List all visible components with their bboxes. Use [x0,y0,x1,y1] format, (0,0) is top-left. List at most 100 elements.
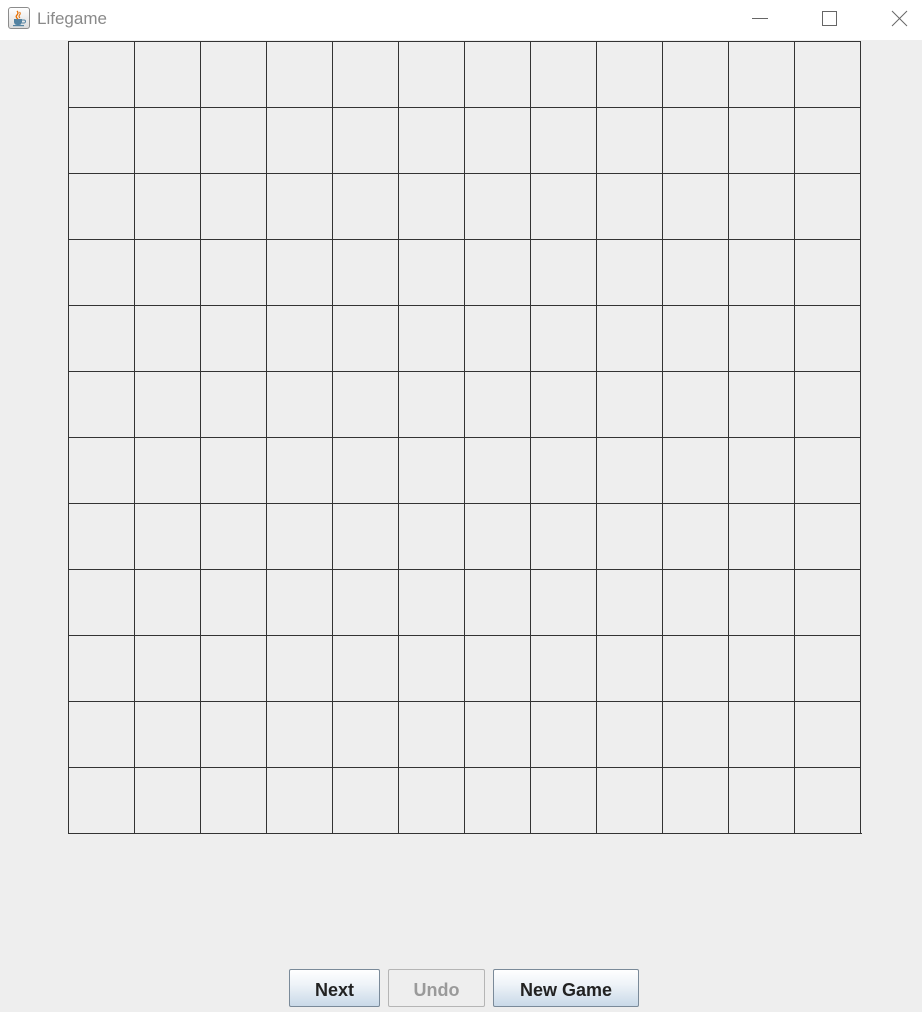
board-cell[interactable] [465,305,531,371]
minimize-button[interactable] [736,0,782,38]
board-cell[interactable] [201,437,267,503]
board-cell[interactable] [69,305,135,371]
board-cell[interactable] [135,41,201,107]
board-cell[interactable] [333,503,399,569]
new-game-button[interactable]: New Game [493,969,639,1007]
board-cell[interactable] [597,239,663,305]
board-cell[interactable] [729,569,795,635]
board-cell[interactable] [597,437,663,503]
board-cell[interactable] [267,635,333,701]
board-cell[interactable] [795,569,861,635]
board-cell[interactable] [267,239,333,305]
close-button[interactable] [876,0,922,38]
board-cell[interactable] [333,767,399,833]
board-cell[interactable] [729,635,795,701]
board-cell[interactable] [465,767,531,833]
board-cell[interactable] [135,437,201,503]
board-cell[interactable] [465,371,531,437]
board-cell[interactable] [69,173,135,239]
board-cell[interactable] [399,41,465,107]
board-cell[interactable] [399,173,465,239]
board-cell[interactable] [597,107,663,173]
board-cell[interactable] [663,371,729,437]
board-cell[interactable] [333,437,399,503]
maximize-button[interactable] [805,0,851,38]
board-cell[interactable] [663,503,729,569]
board-cell[interactable] [135,569,201,635]
board-cell[interactable] [795,767,861,833]
board-cell[interactable] [531,569,597,635]
board-cell[interactable] [135,107,201,173]
board-cell[interactable] [465,635,531,701]
board-cell[interactable] [399,371,465,437]
board-cell[interactable] [333,173,399,239]
board-cell[interactable] [795,41,861,107]
board-cell[interactable] [69,239,135,305]
board-cell[interactable] [729,173,795,239]
board-cell[interactable] [663,701,729,767]
board-cell[interactable] [597,569,663,635]
board-cell[interactable] [69,701,135,767]
board-cell[interactable] [465,107,531,173]
board-cell[interactable] [267,371,333,437]
board-cell[interactable] [663,305,729,371]
board-cell[interactable] [597,371,663,437]
board-cell[interactable] [729,437,795,503]
board-cell[interactable] [531,107,597,173]
board-cell[interactable] [663,239,729,305]
board-cell[interactable] [663,173,729,239]
board-cell[interactable] [465,569,531,635]
board-cell[interactable] [267,701,333,767]
board-cell[interactable] [531,173,597,239]
board-cell[interactable] [201,635,267,701]
board-cell[interactable] [597,767,663,833]
board-cell[interactable] [333,107,399,173]
board-cell[interactable] [531,437,597,503]
board-cell[interactable] [267,767,333,833]
board-cell[interactable] [201,305,267,371]
board-cell[interactable] [201,371,267,437]
next-button[interactable]: Next [289,969,380,1007]
board-cell[interactable] [135,503,201,569]
board-cell[interactable] [795,503,861,569]
board-cell[interactable] [135,767,201,833]
board-cell[interactable] [69,41,135,107]
board-cell[interactable] [399,305,465,371]
board-cell[interactable] [597,305,663,371]
board-cell[interactable] [69,635,135,701]
board-cell[interactable] [531,635,597,701]
board-cell[interactable] [597,41,663,107]
board-cell[interactable] [597,635,663,701]
board-cell[interactable] [729,371,795,437]
board-cell[interactable] [135,173,201,239]
board-cell[interactable] [663,767,729,833]
board-cell[interactable] [333,239,399,305]
board-cell[interactable] [729,239,795,305]
board-cell[interactable] [333,635,399,701]
board-cell[interactable] [399,767,465,833]
board-cell[interactable] [663,635,729,701]
board-cell[interactable] [267,107,333,173]
board-cell[interactable] [201,503,267,569]
board-cell[interactable] [597,173,663,239]
board-cell[interactable] [663,569,729,635]
board-cell[interactable] [795,305,861,371]
board-cell[interactable] [69,107,135,173]
board-cell[interactable] [267,437,333,503]
board-cell[interactable] [69,569,135,635]
board-cell[interactable] [465,437,531,503]
board-cell[interactable] [399,239,465,305]
board-cell[interactable] [333,371,399,437]
board-cell[interactable] [267,305,333,371]
board-cell[interactable] [201,569,267,635]
board-cell[interactable] [333,569,399,635]
board-cell[interactable] [399,437,465,503]
board-cell[interactable] [201,239,267,305]
board-cell[interactable] [663,41,729,107]
board-cell[interactable] [399,503,465,569]
board-cell[interactable] [399,569,465,635]
board-cell[interactable] [267,41,333,107]
board-cell[interactable] [465,239,531,305]
board-cell[interactable] [201,767,267,833]
board-cell[interactable] [729,107,795,173]
